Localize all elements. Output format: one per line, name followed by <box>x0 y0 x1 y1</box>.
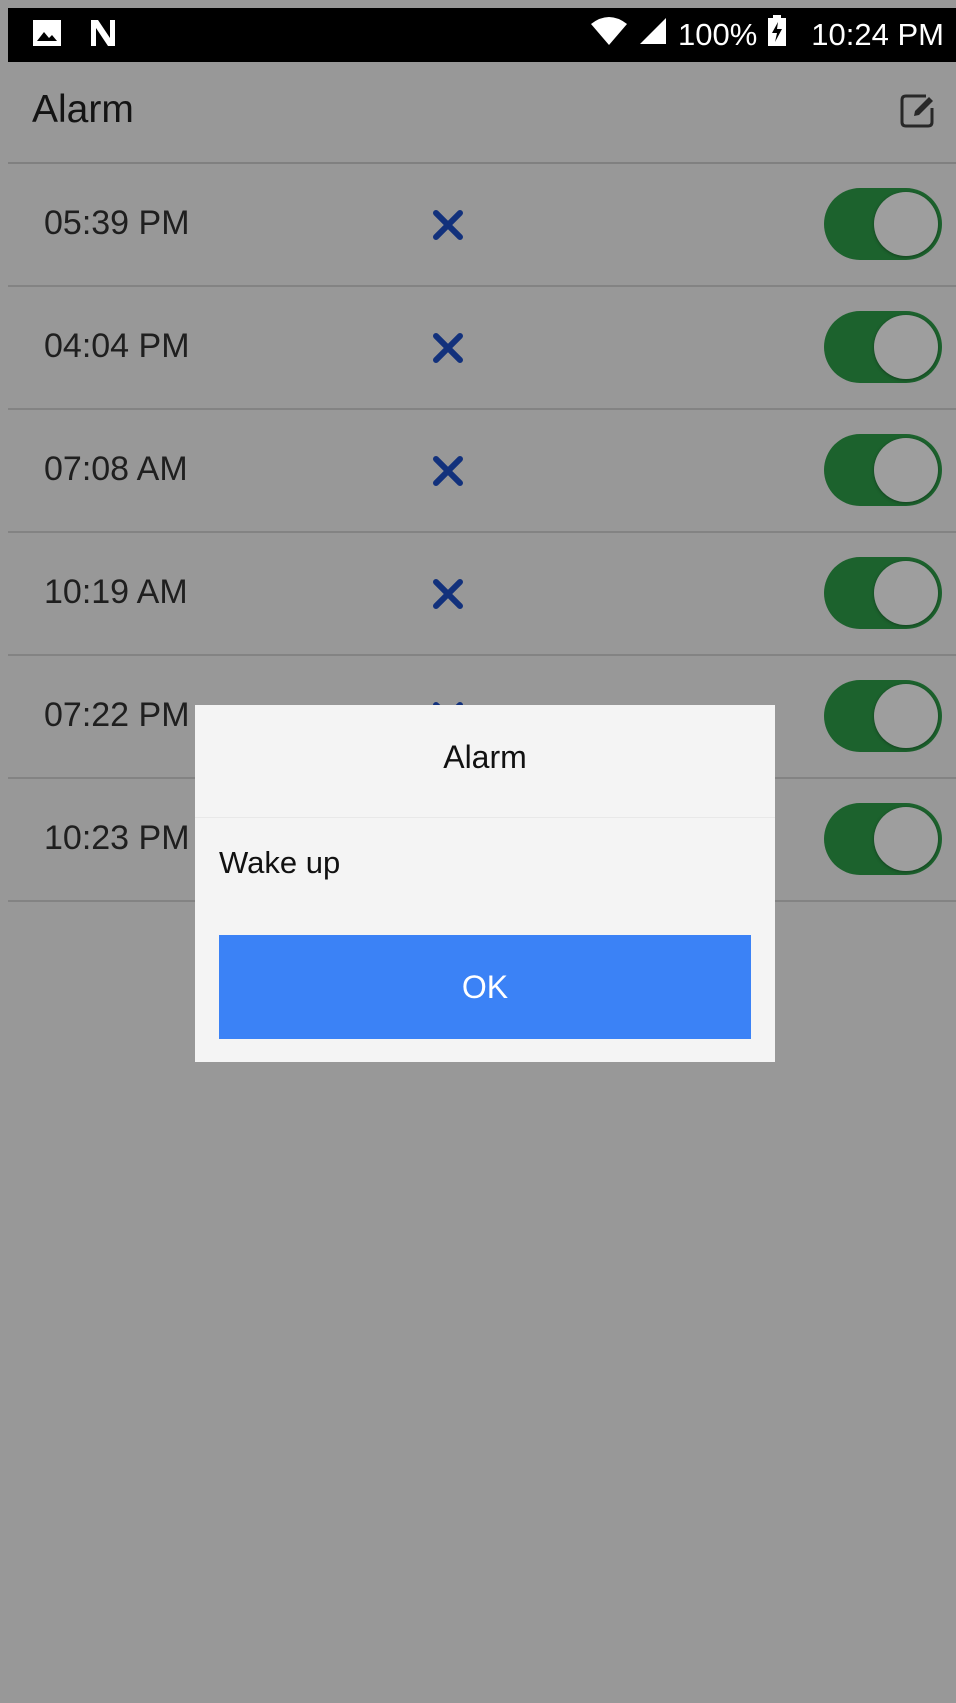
status-clock: 10:24 PM <box>811 17 944 52</box>
image-icon <box>32 19 62 52</box>
dialog-message: Wake up <box>219 845 341 880</box>
n-notification-icon <box>88 18 118 53</box>
battery-percent: 100% <box>678 17 758 52</box>
ok-button[interactable]: OK <box>219 935 751 1039</box>
screen: 100% 10:24 PM Alarm 05:39 PM 04:04 PM 07… <box>0 0 956 1703</box>
status-left <box>32 18 118 53</box>
alarm-dialog: Alarm Wake up OK <box>195 705 775 1062</box>
dialog-divider <box>195 817 775 818</box>
cellular-signal-icon <box>638 16 668 54</box>
status-bar: 100% 10:24 PM <box>8 8 956 62</box>
battery-charging-icon <box>767 15 787 55</box>
dialog-title: Alarm <box>443 739 527 775</box>
wifi-icon <box>590 16 628 54</box>
status-right: 100% 10:24 PM <box>590 15 944 55</box>
